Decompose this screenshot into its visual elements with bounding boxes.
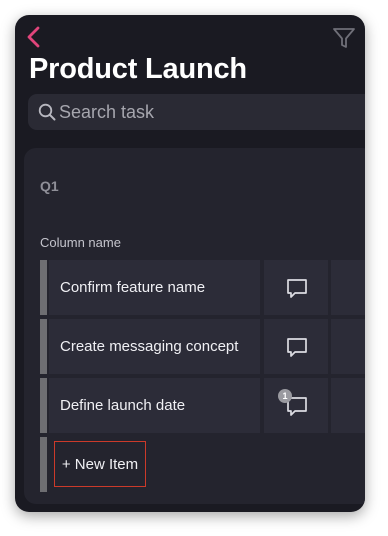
task-row: Create messaging concept [40, 319, 365, 374]
row-extra-cell[interactable] [331, 319, 365, 374]
comment-button[interactable] [264, 319, 328, 374]
row-extra-cell[interactable] [331, 260, 365, 315]
row-color-stripe [40, 319, 47, 374]
comment-icon [287, 279, 307, 298]
search-icon [38, 103, 56, 121]
filter-button[interactable] [331, 25, 357, 51]
new-item-button[interactable]: + New Item [54, 441, 146, 487]
chevron-left-icon [27, 26, 40, 48]
column-header: Column name [40, 235, 121, 250]
row-extra-cell[interactable] [331, 378, 365, 433]
task-name[interactable]: Create messaging concept [49, 319, 260, 374]
app-screen: Product Launch Q1 Column name Confirm fe… [15, 15, 365, 512]
comment-button[interactable] [264, 260, 328, 315]
back-button[interactable] [23, 24, 45, 50]
comment-count-badge: 1 [278, 389, 292, 403]
group-label: Q1 [40, 178, 59, 194]
comment-button[interactable]: 1 [264, 378, 328, 433]
task-board: Q1 Column name Confirm feature name Crea… [24, 148, 365, 504]
comment-icon [287, 338, 307, 357]
task-row: Confirm feature name [40, 260, 365, 315]
page-title: Product Launch [29, 53, 247, 85]
row-color-stripe [40, 260, 47, 315]
filter-icon [333, 28, 355, 48]
search-input[interactable] [59, 94, 359, 130]
row-color-stripe [40, 437, 47, 492]
task-name[interactable]: Define launch date [49, 378, 260, 433]
row-color-stripe [40, 378, 47, 433]
task-row: Define launch date 1 [40, 378, 365, 433]
task-name[interactable]: Confirm feature name [49, 260, 260, 315]
search-bar[interactable] [28, 94, 365, 130]
